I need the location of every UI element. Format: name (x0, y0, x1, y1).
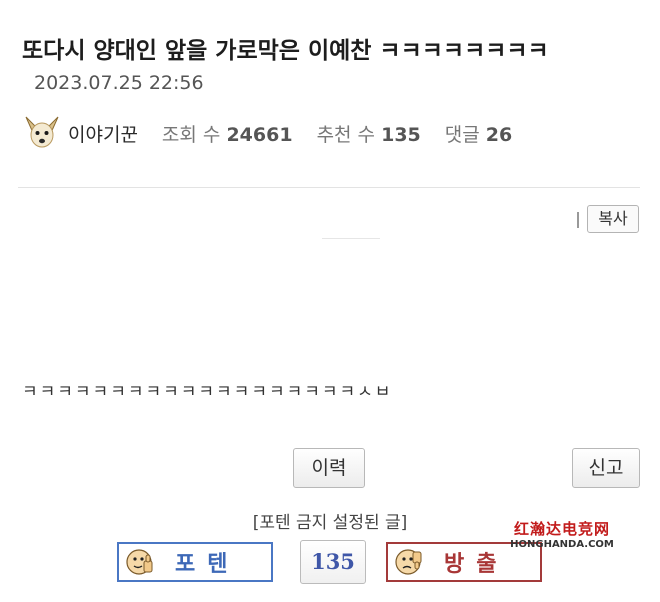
post-body: ㅋㅋㅋㅋㅋㅋㅋㅋㅋㅋㅋㅋㅋㅋㅋㅋㅋㅋㅋㅅㅂ (22, 382, 393, 402)
recommend-label: 추천 수 (316, 123, 376, 146)
vote-count: 135 (300, 540, 366, 584)
header-divider (18, 187, 640, 188)
copy-separator (577, 212, 579, 228)
views-count: 24661 (226, 123, 293, 146)
post-meta: 이야기꾼 조회 수 24661 추천 수 135 댓글 26 (22, 113, 512, 153)
comments-label: 댓글 (444, 123, 480, 146)
watermark-text: 红瀚达电竞网 (513, 520, 610, 538)
comments-count: 26 (485, 123, 513, 146)
upvote-label: 포텐 (175, 551, 240, 577)
recommend-count: 135 (381, 123, 421, 146)
upvote-button[interactable]: 포텐 (117, 542, 273, 582)
watermark-url: HONGHANDA.COM (510, 539, 614, 550)
report-button[interactable]: 신고 (572, 448, 640, 488)
post-title: 또다시 양대인 앞을 가로막은 이예찬 ㅋㅋㅋㅋㅋㅋㅋㅋ 2023.07.25 2… (22, 36, 642, 99)
site-watermark: 红瀚达电竞网 HONGHANDA.COM (507, 518, 617, 550)
content-placeholder-line (322, 238, 380, 239)
thumbs-down-face-icon (395, 549, 422, 575)
post-title-text: 또다시 양대인 앞을 가로막은 이예찬 ㅋㅋㅋㅋㅋㅋㅋㅋ (22, 38, 549, 64)
downvote-label: 방출 (444, 551, 509, 577)
copy-button[interactable]: 복사 (587, 205, 639, 233)
author-name[interactable]: 이야기꾼 (68, 120, 138, 147)
dog-avatar-icon[interactable] (22, 113, 62, 153)
recommend-stat: 추천 수 135 (317, 120, 421, 147)
comments-stat[interactable]: 댓글 26 (445, 120, 512, 147)
history-button[interactable]: 이력 (293, 448, 365, 488)
views-stat: 조회 수 24661 (162, 120, 293, 147)
post-date: 2023.07.25 22:56 (34, 72, 204, 94)
views-label: 조회 수 (161, 123, 221, 146)
thumbs-up-face-icon (126, 549, 153, 575)
